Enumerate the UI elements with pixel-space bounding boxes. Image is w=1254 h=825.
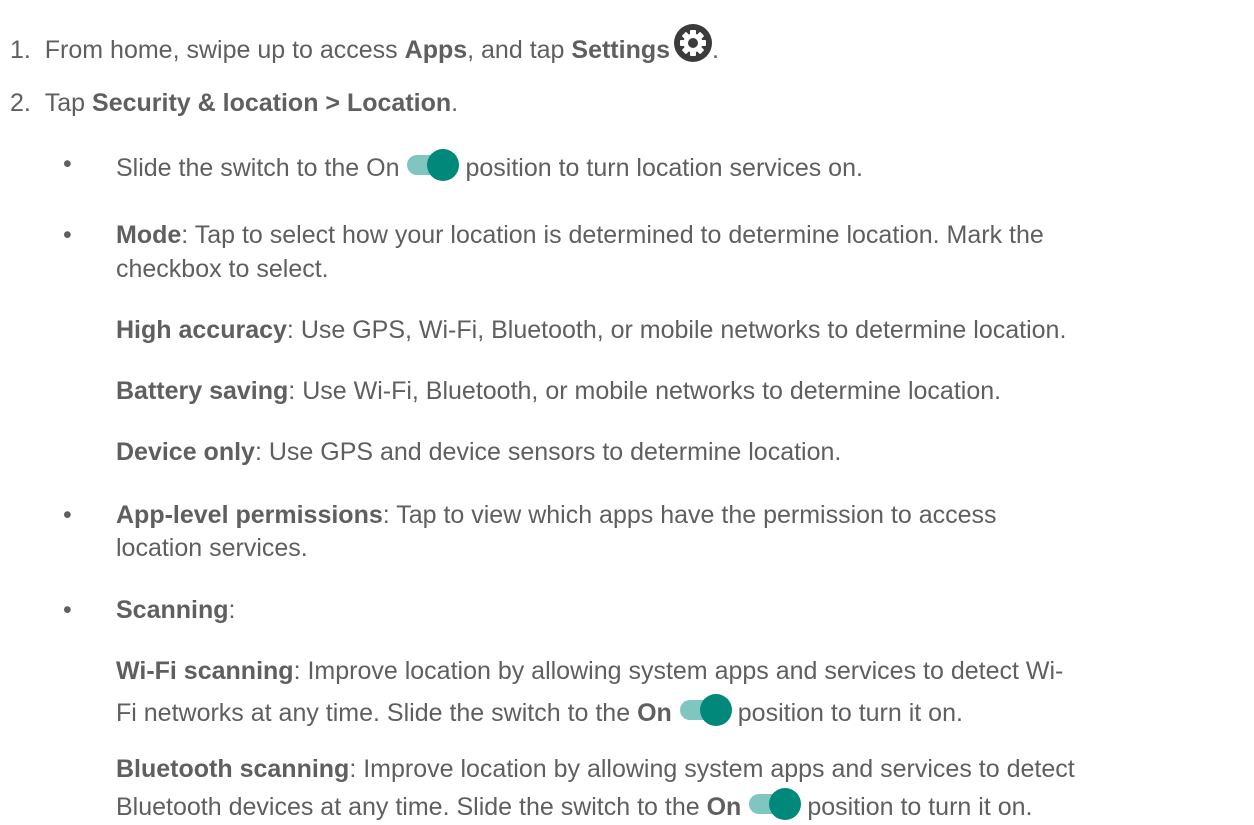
option-text: : Improve location by allowing system ap… — [293, 657, 1064, 685]
option-text: Bluetooth devices at any time. Slide the… — [116, 793, 707, 821]
step-number: 2. — [10, 89, 31, 117]
bullet-app-level-permissions: App-level permissions: Tap to view which… — [116, 499, 997, 531]
toggle-on-icon — [679, 693, 732, 726]
on-label: On — [637, 699, 672, 727]
option-label: Battery saving — [116, 377, 289, 405]
bullet-text: : Tap to select how your location is det… — [181, 221, 1044, 249]
option-label: Device only — [116, 438, 255, 466]
instruction-document: 1. From home, swipe up to access Apps, a… — [0, 0, 1254, 825]
step-2: 2. Tap Security & location > Location. — [10, 87, 458, 119]
option-text-end: position to turn it on. — [737, 699, 963, 727]
bullet-label: App-level permissions — [116, 501, 383, 529]
option-label: Bluetooth scanning — [116, 755, 350, 783]
option-label: Wi-Fi scanning — [116, 657, 294, 685]
option-text-end: position to turn it on. — [807, 793, 1033, 821]
bullet-scanning: Scanning: — [116, 594, 235, 626]
bullet-app-level-continued: location services. — [116, 532, 308, 564]
bullet-marker: • — [63, 596, 72, 624]
bullet-text: Slide the switch to the On — [116, 154, 400, 182]
bullet-marker: • — [63, 221, 72, 249]
bullet-marker: • — [63, 150, 72, 178]
option-text: Fi networks at any time. Slide the switc… — [116, 699, 638, 727]
wifi-scanning: Wi-Fi scanning: Improve location by allo… — [116, 655, 1063, 687]
bluetooth-scanning-continued: Bluetooth devices at any time. Slide the… — [116, 787, 1032, 823]
mode-option-battery-saving: Battery saving: Use Wi-Fi, Bluetooth, or… — [116, 375, 1001, 407]
option-text: : Improve location by allowing system ap… — [349, 755, 1075, 783]
option-text: : Use GPS, Wi-Fi, Bluetooth, or mobile n… — [286, 316, 1067, 344]
wifi-scanning-continued: Fi networks at any time. Slide the switc… — [116, 693, 963, 729]
step-number: 1. — [10, 36, 31, 64]
toggle-on-icon — [407, 148, 460, 181]
bullet-mode: Mode: Tap to select how your location is… — [116, 219, 1044, 251]
step-text-mid: , and tap — [467, 36, 572, 64]
bullet-text: : — [228, 596, 236, 624]
step-bold-apps: Apps — [404, 36, 468, 64]
step-bold-settings: Settings — [571, 36, 671, 64]
bullet-location-switch: Slide the switch to the On position to tu… — [116, 148, 863, 184]
option-text: : Use Wi-Fi, Bluetooth, or mobile networ… — [288, 377, 1002, 405]
bullet-label: Scanning — [116, 596, 229, 624]
bullet-text: : Tap to view which apps have the permis… — [382, 501, 997, 529]
bullet-label: Mode — [116, 221, 182, 249]
option-text: : Use GPS and device sensors to determin… — [254, 438, 842, 466]
step-text: From home, swipe up to access — [44, 36, 405, 64]
step-text-end: . — [451, 89, 459, 117]
on-label: On — [706, 793, 742, 821]
bullet-text: checkbox to select. — [116, 255, 329, 283]
step-bold-security-location: Security & location > Location — [92, 89, 452, 117]
option-label: High accuracy — [116, 316, 287, 344]
bluetooth-scanning: Bluetooth scanning: Improve location by … — [116, 753, 1075, 785]
bullet-text: location services. — [116, 534, 308, 562]
bullet-text-end: position to turn location services on. — [465, 154, 863, 182]
settings-gear-icon — [674, 24, 713, 62]
mode-option-device-only: Device only: Use GPS and device sensors … — [116, 436, 841, 468]
toggle-on-icon — [749, 787, 802, 820]
bullet-mode-continued: checkbox to select. — [116, 253, 329, 285]
mode-option-high-accuracy: High accuracy: Use GPS, Wi-Fi, Bluetooth… — [116, 314, 1066, 346]
bullet-marker: • — [63, 501, 72, 529]
step-text-end: . — [712, 36, 719, 64]
step-1: 1. From home, swipe up to access Apps, a… — [10, 24, 719, 66]
step-text: Tap — [44, 89, 93, 117]
